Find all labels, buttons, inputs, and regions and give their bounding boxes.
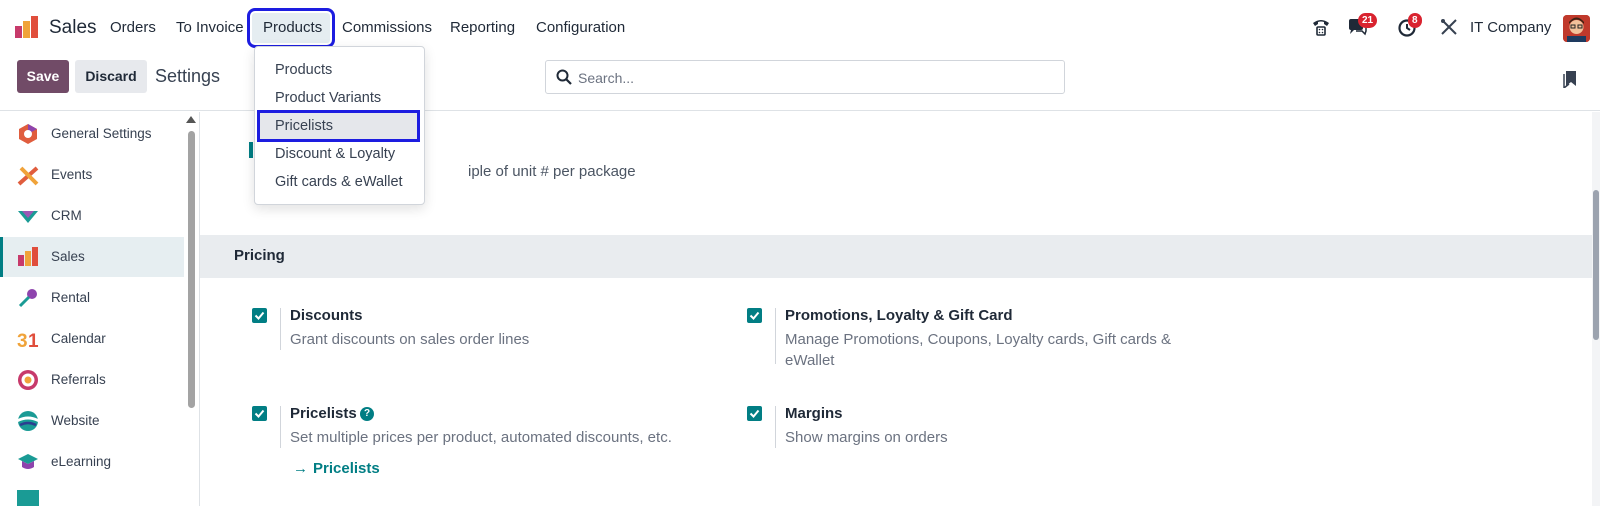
menu-reporting[interactable]: Reporting bbox=[450, 19, 515, 36]
help-icon[interactable]: ? bbox=[360, 407, 374, 421]
dropdown-item-label: Gift cards & eWallet bbox=[275, 174, 403, 190]
dropdown-item-label: Discount & Loyalty bbox=[275, 146, 396, 162]
dropdown-item-gift-cards-ewallet[interactable]: Gift cards & eWallet bbox=[255, 168, 424, 196]
menu-configuration[interactable]: Configuration bbox=[536, 19, 625, 36]
setting-description: Set multiple prices per product, automat… bbox=[290, 429, 672, 446]
search-box[interactable] bbox=[545, 60, 1065, 94]
partial-setting-marker bbox=[249, 142, 253, 158]
sidebar-item-partial-icon bbox=[17, 490, 39, 506]
company-switcher[interactable]: IT Company bbox=[1470, 19, 1551, 36]
phone-icon[interactable] bbox=[1311, 17, 1331, 37]
divider bbox=[280, 308, 281, 350]
discard-button[interactable]: Discard bbox=[75, 60, 147, 93]
search-icon bbox=[556, 69, 572, 85]
arrow-right-icon: → bbox=[293, 460, 308, 477]
user-avatar[interactable] bbox=[1563, 15, 1590, 42]
setting-title: Margins bbox=[785, 405, 843, 422]
dropdown-item-discount-loyalty[interactable]: Discount & Loyalty bbox=[255, 140, 424, 168]
setting-description: Grant discounts on sales order lines bbox=[290, 331, 530, 348]
app-name[interactable]: Sales bbox=[49, 17, 97, 39]
sales-icon bbox=[18, 247, 38, 266]
dropdown-item-product-variants[interactable]: Product Variants bbox=[255, 84, 424, 112]
sales-app-icon[interactable] bbox=[15, 16, 39, 38]
menu-orders[interactable]: Orders bbox=[110, 19, 156, 36]
settings-sidebar: General Settings Events CRM Sales Rental bbox=[0, 112, 200, 506]
messages-badge: 21 bbox=[1358, 13, 1378, 28]
main-scrollbar-thumb[interactable] bbox=[1593, 190, 1599, 340]
sidebar-item-label: Events bbox=[51, 167, 93, 182]
sidebar-item-label: General Settings bbox=[51, 126, 152, 141]
margins-checkbox[interactable] bbox=[747, 406, 762, 421]
sidebar-item-rental[interactable]: Rental bbox=[0, 278, 184, 318]
pricelists-checkbox[interactable] bbox=[252, 406, 267, 421]
debug-tools-icon[interactable] bbox=[1440, 18, 1458, 36]
sidebar-item-crm[interactable]: CRM bbox=[0, 196, 184, 236]
sidebar-scroll-up-arrow[interactable] bbox=[186, 116, 196, 123]
sidebar-scrollbar-thumb[interactable] bbox=[188, 131, 195, 408]
sidebar-item-label: Website bbox=[51, 413, 100, 428]
dropdown-item-products[interactable]: Products bbox=[255, 56, 424, 84]
divider bbox=[775, 308, 776, 364]
activities-badge: 8 bbox=[1408, 13, 1422, 28]
general-settings-icon bbox=[19, 124, 37, 144]
search-input[interactable] bbox=[578, 67, 1048, 89]
pricing-section-header: Pricing bbox=[200, 235, 1592, 278]
sidebar-item-label: eLearning bbox=[51, 454, 112, 469]
save-button[interactable]: Save bbox=[17, 60, 69, 93]
partial-setting-description: iple of unit # per package bbox=[468, 163, 636, 180]
setting-description: Manage Promotions, Coupons, Loyalty card… bbox=[785, 331, 1172, 369]
dropdown-item-pricelists[interactable]: Pricelists bbox=[257, 110, 420, 142]
sidebar-item-events[interactable]: Events bbox=[0, 155, 184, 195]
products-dropdown-menu: Products Product Variants Pricelists Dis… bbox=[254, 46, 425, 205]
sidebar-item-calendar[interactable]: 3 1 Calendar bbox=[0, 319, 184, 359]
sidebar-item-website[interactable]: Website bbox=[0, 401, 184, 441]
setting-title: Discounts bbox=[290, 307, 363, 324]
dropdown-item-label: Products bbox=[275, 62, 333, 78]
bookmark-icon[interactable] bbox=[1563, 70, 1577, 88]
events-icon bbox=[17, 166, 39, 186]
sidebar-item-label: CRM bbox=[51, 208, 82, 223]
menu-products[interactable]: Products bbox=[247, 8, 335, 48]
website-icon bbox=[18, 411, 38, 431]
dropdown-item-label: Product Variants bbox=[275, 90, 382, 106]
sidebar-item-label: Sales bbox=[51, 249, 85, 264]
sidebar-item-general-settings[interactable]: General Settings bbox=[0, 114, 184, 154]
pricelists-link[interactable]: → Pricelists bbox=[293, 460, 380, 477]
setting-title: Promotions, Loyalty & Gift Card bbox=[785, 307, 1013, 324]
dropdown-item-label: Pricelists bbox=[275, 118, 334, 134]
menu-products-label: Products bbox=[263, 19, 323, 36]
divider bbox=[280, 406, 281, 448]
control-panel: Save Discard Settings bbox=[0, 56, 1600, 111]
setting-title: Pricelists bbox=[290, 405, 357, 422]
rental-icon bbox=[18, 289, 37, 308]
svg-text:1: 1 bbox=[28, 331, 39, 350]
breadcrumb: Settings bbox=[155, 66, 221, 86]
discounts-checkbox[interactable] bbox=[252, 308, 267, 323]
top-navbar: Sales Orders To Invoice Products Commiss… bbox=[0, 0, 1600, 56]
sidebar-item-label: Calendar bbox=[51, 331, 106, 346]
elearning-icon bbox=[18, 454, 38, 469]
pricelists-link-label: Pricelists bbox=[313, 460, 380, 477]
referrals-icon bbox=[18, 370, 38, 390]
menu-commissions[interactable]: Commissions bbox=[342, 19, 432, 36]
section-title: Pricing bbox=[234, 247, 285, 264]
divider bbox=[775, 406, 776, 448]
sidebar-item-label: Referrals bbox=[51, 372, 106, 387]
promotions-checkbox[interactable] bbox=[747, 308, 762, 323]
sidebar-item-label: Rental bbox=[51, 290, 91, 305]
svg-text:3: 3 bbox=[17, 331, 28, 350]
sidebar-item-referrals[interactable]: Referrals bbox=[0, 360, 184, 400]
crm-icon bbox=[18, 211, 38, 223]
sidebar-item-sales[interactable]: Sales bbox=[0, 237, 184, 277]
calendar-icon: 3 1 bbox=[17, 331, 39, 350]
sidebar-item-elearning[interactable]: eLearning bbox=[0, 442, 184, 482]
menu-to-invoice[interactable]: To Invoice bbox=[176, 19, 244, 36]
setting-description: Show margins on orders bbox=[785, 429, 948, 446]
